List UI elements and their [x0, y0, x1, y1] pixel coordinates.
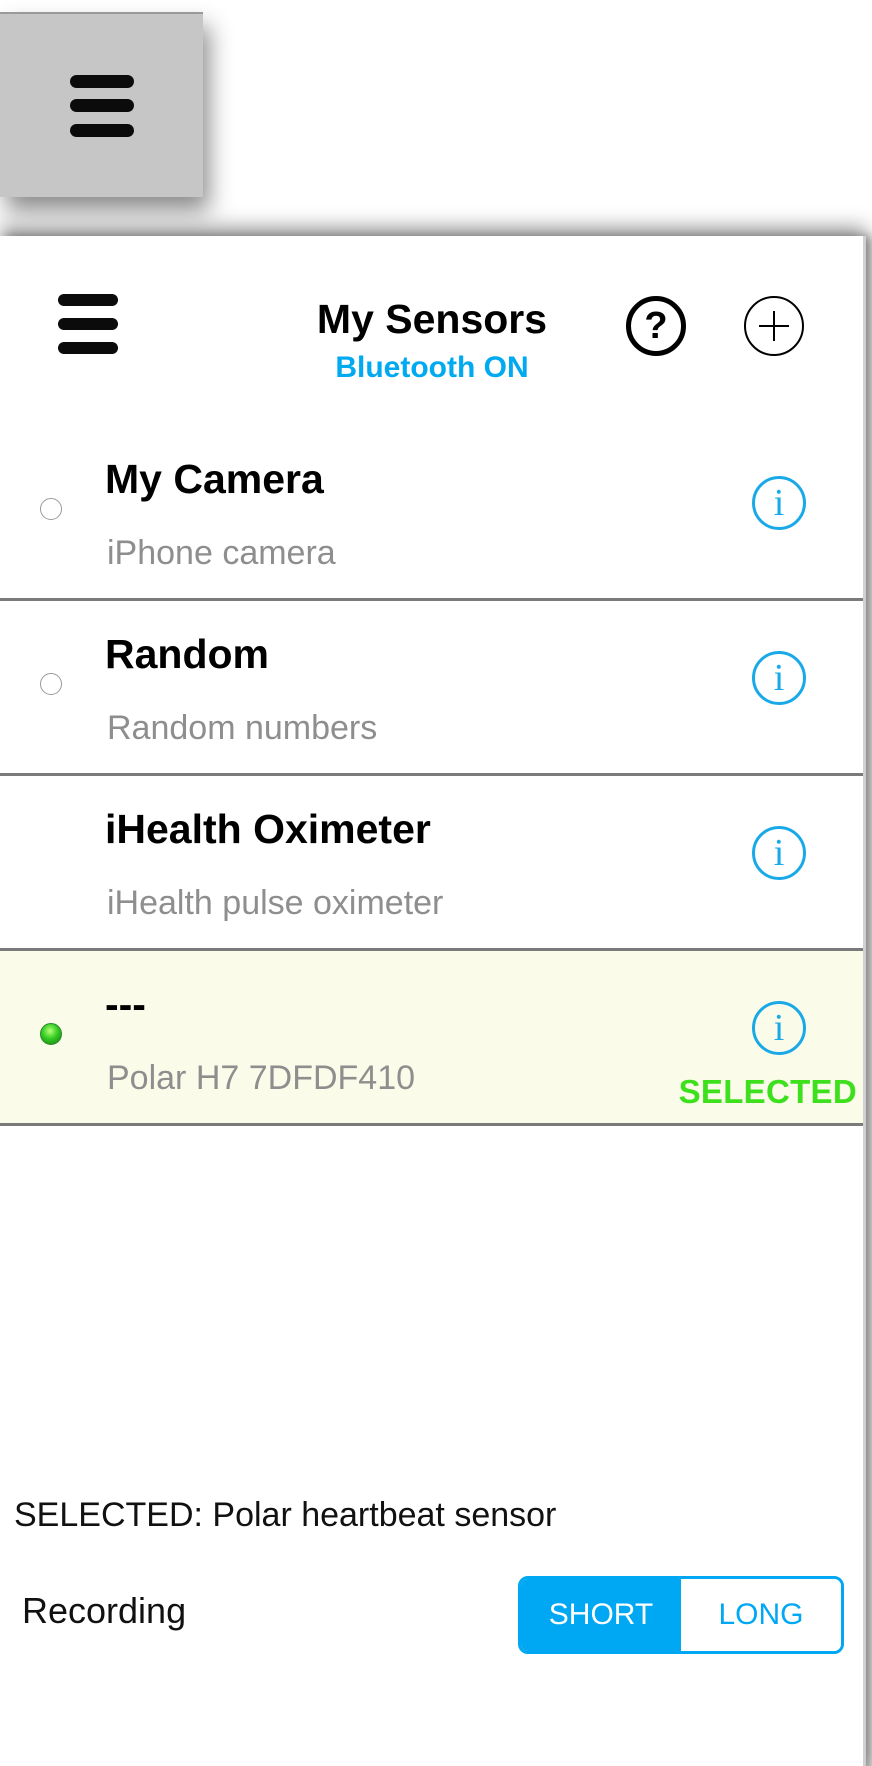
recording-label: Recording: [22, 1590, 187, 1631]
bluetooth-status: Bluetooth ON: [335, 351, 529, 384]
hamburger-icon: [69, 74, 134, 137]
info-icon[interactable]: i: [752, 826, 806, 880]
radio-icon[interactable]: [40, 498, 62, 520]
sensor-name: My Camera: [105, 456, 324, 502]
help-circle-icon[interactable]: ?: [626, 296, 686, 356]
page-title: My Sensors: [316, 296, 548, 342]
selected-sensor-summary: SELECTED: Polar heartbeat sensor: [14, 1496, 557, 1534]
sensor-row-my-camera[interactable]: My Camera iPhone camera i: [0, 426, 863, 601]
recording-short-option[interactable]: SHORT: [521, 1579, 681, 1651]
sensor-name: iHealth Oximeter: [105, 806, 431, 852]
recording-long-option[interactable]: LONG: [681, 1579, 841, 1651]
sensors-panel: My Sensors Bluetooth ON ? My Camera iPho…: [0, 236, 866, 1766]
plus-circle-icon[interactable]: [744, 296, 804, 356]
info-icon[interactable]: i: [752, 476, 806, 530]
radio-icon[interactable]: [40, 673, 62, 695]
floating-menu-button[interactable]: [0, 12, 203, 197]
selected-badge: SELECTED: [678, 1073, 857, 1110]
sensor-description: iPhone camera: [107, 534, 336, 572]
sensor-name: ---: [105, 981, 146, 1027]
panel-header: My Sensors Bluetooth ON ?: [0, 236, 863, 426]
sensor-row-ihealth-oximeter[interactable]: iHealth Oximeter iHealth pulse oximeter …: [0, 776, 863, 951]
title-block: My Sensors Bluetooth ON: [300, 296, 564, 385]
sensor-description: iHealth pulse oximeter: [107, 884, 444, 922]
radio-selected-icon[interactable]: [40, 1023, 62, 1045]
info-icon[interactable]: i: [752, 651, 806, 705]
info-icon[interactable]: i: [752, 1001, 806, 1055]
sensor-description: Polar H7 7DFDF410: [107, 1059, 416, 1097]
hamburger-icon[interactable]: [58, 294, 118, 354]
sensor-row-random[interactable]: Random Random numbers i: [0, 601, 863, 776]
sensor-row-polar-h7[interactable]: --- Polar H7 7DFDF410 i SELECTED: [0, 951, 863, 1126]
recording-length-toggle: SHORT LONG: [518, 1576, 844, 1654]
sensor-list: My Camera iPhone camera i Random Random …: [0, 426, 863, 1126]
sensor-description: Random numbers: [107, 709, 378, 747]
sensor-name: Random: [105, 631, 269, 677]
